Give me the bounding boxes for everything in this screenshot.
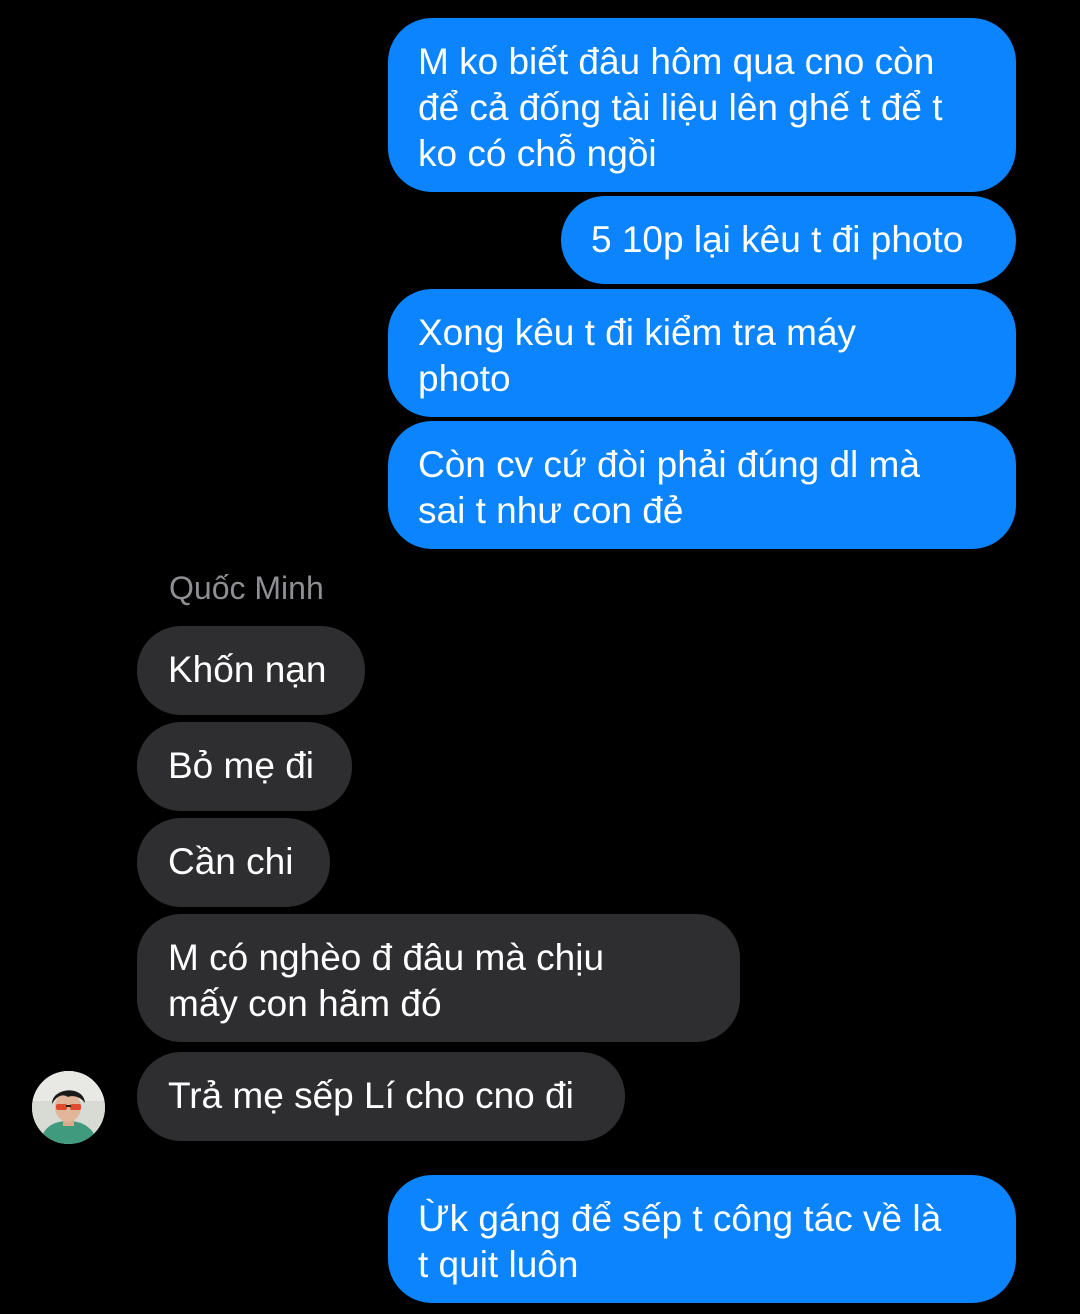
incoming-message-bubble[interactable]: Bỏ mẹ đi <box>137 722 352 811</box>
outgoing-message-bubble[interactable]: Ừk gáng để sếp t công tác về là t quit l… <box>388 1175 1016 1303</box>
outgoing-message-bubble[interactable]: 5 10p lại kêu t đi photo <box>561 196 1016 284</box>
outgoing-message-bubble[interactable]: Còn cv cứ đòi phải đúng dl mà sai t như … <box>388 421 1016 549</box>
outgoing-message-bubble[interactable]: Xong kêu t đi kiểm tra máy photo <box>388 289 1016 417</box>
incoming-message-bubble[interactable]: Khốn nạn <box>137 626 365 715</box>
incoming-message-bubble[interactable]: Cần chi <box>137 818 330 907</box>
sender-name: Quốc Minh <box>169 570 324 606</box>
incoming-message-bubble[interactable]: Trả mẹ sếp Lí cho cno đi <box>137 1052 625 1141</box>
user-avatar-icon[interactable] <box>32 1071 105 1144</box>
incoming-message-bubble[interactable]: M có nghèo đ đâu mà chịu mấy con hãm đó <box>137 914 740 1042</box>
outgoing-message-bubble[interactable]: M ko biết đâu hôm qua cno còn để cả đống… <box>388 18 1016 192</box>
